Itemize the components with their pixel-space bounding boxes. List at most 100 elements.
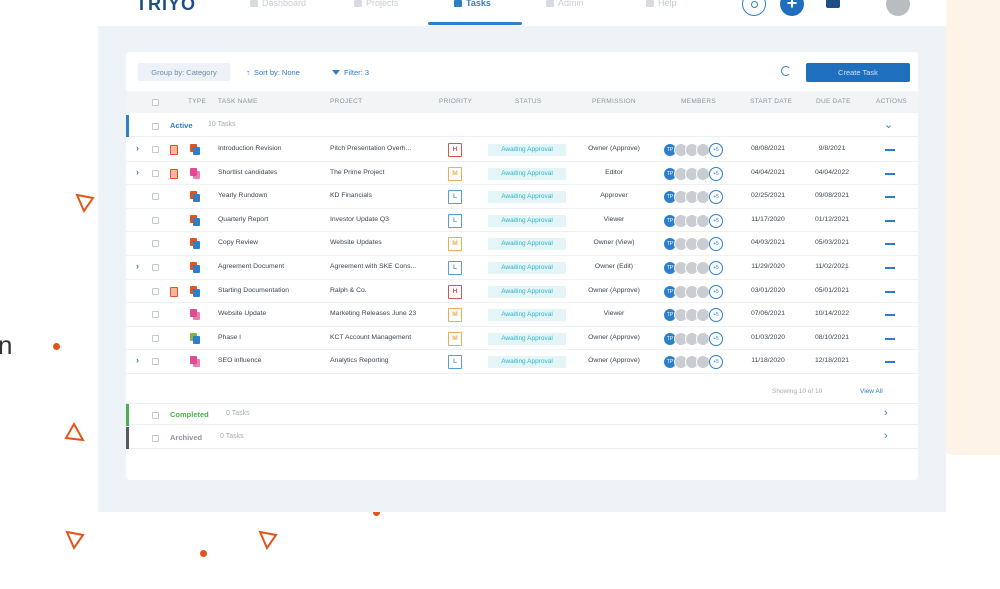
actions-menu-icon[interactable]	[885, 243, 895, 246]
task-name[interactable]: Copy Review	[218, 239, 322, 246]
filter-button[interactable]: Filter: 3	[332, 63, 369, 81]
actions-menu-icon[interactable]	[885, 361, 895, 364]
members-avatars[interactable]: TP +5	[663, 166, 733, 181]
sort-by-button[interactable]: ↑ Sort by: None	[246, 63, 300, 81]
members-avatars[interactable]: TP +5	[663, 237, 733, 252]
create-task-button[interactable]: Create Task	[806, 63, 910, 82]
nav-admin[interactable]: Admin	[546, 0, 584, 8]
table-row[interactable]: › SEO influence Analytics Reporting L Awaiti…	[126, 350, 918, 374]
actions-menu-icon[interactable]	[885, 267, 895, 269]
project-name[interactable]: Pitch Presentation Overh...	[330, 145, 434, 152]
row-checkbox[interactable]	[152, 287, 159, 295]
column-header-type[interactable]: TYPE	[188, 98, 206, 105]
members-avatars[interactable]: TP +5	[663, 261, 733, 275]
members-avatars[interactable]: TP +5	[663, 331, 733, 346]
add-button[interactable]: +	[780, 0, 804, 16]
task-name[interactable]: Yearly Rundown	[218, 192, 322, 199]
project-name[interactable]: Ralph & Co.	[330, 287, 434, 294]
nav-tasks[interactable]: Tasks	[454, 0, 491, 8]
actions-menu-icon[interactable]	[885, 219, 895, 222]
actions-menu-icon[interactable]	[885, 314, 895, 317]
table-row[interactable]: Copy Review Website Updates M Awaiting Appr…	[126, 232, 918, 256]
nav-help[interactable]: Help	[646, 0, 677, 8]
group-row-archived[interactable]: Archived 0 Tasks ›	[126, 427, 918, 449]
notification-bell-icon[interactable]	[826, 0, 840, 8]
members-avatars[interactable]: TP +5	[663, 308, 733, 323]
task-name[interactable]: Phase I	[218, 334, 322, 341]
app-logo[interactable]: TRIYO	[136, 0, 196, 15]
row-checkbox[interactable]	[152, 311, 159, 319]
expand-row-icon[interactable]: ›	[136, 355, 139, 365]
column-header-task-name[interactable]: TASK NAME	[218, 98, 258, 105]
group-checkbox[interactable]	[152, 435, 159, 442]
column-header-priority[interactable]: PRIORITY	[439, 98, 472, 105]
table-row[interactable]: Starting Documentation Ralph & Co. H Awaiti…	[126, 280, 918, 304]
chevron-down-icon[interactable]: ⌄	[884, 118, 893, 131]
row-checkbox[interactable]	[152, 334, 159, 342]
column-header-project[interactable]: PROJECT	[330, 98, 362, 105]
project-name[interactable]: KD Financials	[330, 192, 434, 199]
row-checkbox[interactable]	[152, 169, 159, 177]
actions-menu-icon[interactable]	[885, 172, 895, 175]
members-avatars[interactable]: TP +5	[663, 213, 733, 228]
row-checkbox[interactable]	[152, 146, 159, 153]
project-name[interactable]: The Prime Project	[330, 169, 434, 176]
actions-menu-icon[interactable]	[885, 196, 895, 199]
user-avatar[interactable]	[886, 0, 910, 16]
nav-dashboard[interactable]: Dashboard	[250, 0, 306, 8]
column-header-members[interactable]: MEMBERS	[681, 98, 716, 105]
column-header-permission[interactable]: PERMISSION	[592, 98, 636, 105]
members-avatars[interactable]: TP +5	[663, 143, 733, 157]
table-row[interactable]: Phase I KCT Account Management M Awaiting A…	[126, 327, 918, 351]
row-checkbox[interactable]	[152, 216, 159, 224]
project-name[interactable]: Agreement with SKE Cons...	[330, 263, 434, 270]
column-header-due-date[interactable]: DUE DATE	[816, 98, 851, 105]
project-name[interactable]: KCT Account Management	[330, 334, 434, 341]
group-row-active[interactable]: Active 10 Tasks ⌄	[126, 115, 918, 137]
permission-text: Owner (Approve)	[588, 145, 640, 152]
chevron-right-icon[interactable]: ›	[884, 407, 888, 419]
column-header-status[interactable]: STATUS	[515, 98, 541, 105]
actions-menu-icon[interactable]	[885, 290, 895, 293]
row-checkbox[interactable]	[152, 193, 159, 201]
members-avatars[interactable]: TP +5	[663, 284, 733, 299]
project-name[interactable]: Analytics Reporting	[330, 357, 434, 364]
group-by-button[interactable]: Group by: Category	[138, 63, 230, 81]
project-name[interactable]: Investor Update Q3	[330, 216, 434, 223]
table-row[interactable]: › Agreement Document Agreement with SKE Co…	[126, 256, 918, 280]
expand-row-icon[interactable]: ›	[136, 143, 139, 153]
table-row[interactable]: › Shortlist candidates The Prime Project M A…	[126, 162, 918, 186]
task-name[interactable]: Website Update	[218, 310, 322, 317]
task-name[interactable]: Starting Documentation	[218, 287, 322, 294]
column-header-start-date[interactable]: START DATE	[750, 98, 792, 105]
chevron-right-icon[interactable]: ›	[884, 430, 888, 442]
table-row[interactable]: Quarterly Report Investor Update Q3 L Await…	[126, 209, 918, 233]
expand-row-icon[interactable]: ›	[136, 167, 139, 177]
task-name[interactable]: Quarterly Report	[218, 216, 322, 223]
members-avatars[interactable]: TP +5	[663, 355, 733, 370]
task-name[interactable]: SEO influence	[218, 357, 322, 364]
table-row[interactable]: › Introduction Revision Pitch Presentation…	[126, 138, 918, 162]
refresh-icon[interactable]	[781, 66, 791, 76]
table-row[interactable]: Yearly Rundown KD Financials L Awaiting App…	[126, 185, 918, 209]
members-avatars[interactable]: TP +5	[663, 190, 733, 205]
project-name[interactable]: Marketing Releases June 23	[330, 310, 434, 317]
row-checkbox[interactable]	[152, 240, 159, 248]
actions-menu-icon[interactable]	[885, 337, 895, 340]
nav-projects[interactable]: Projects	[354, 0, 399, 8]
row-checkbox[interactable]	[152, 358, 159, 366]
task-name[interactable]: Agreement Document	[218, 263, 322, 270]
search-button[interactable]	[742, 0, 766, 16]
project-name[interactable]: Website Updates	[330, 239, 434, 246]
view-all-link[interactable]: View All	[860, 388, 883, 395]
table-row[interactable]: Website Update Marketing Releases June 23…	[126, 303, 918, 327]
group-checkbox[interactable]	[152, 412, 159, 419]
group-checkbox[interactable]	[152, 123, 159, 130]
task-name[interactable]: Introduction Revision	[218, 145, 322, 152]
select-all-checkbox[interactable]	[152, 99, 159, 106]
row-checkbox[interactable]	[152, 264, 159, 271]
expand-row-icon[interactable]: ›	[136, 261, 139, 271]
task-name[interactable]: Shortlist candidates	[218, 169, 322, 176]
group-row-completed[interactable]: Completed 0 Tasks ›	[126, 403, 918, 426]
actions-menu-icon[interactable]	[885, 149, 895, 151]
